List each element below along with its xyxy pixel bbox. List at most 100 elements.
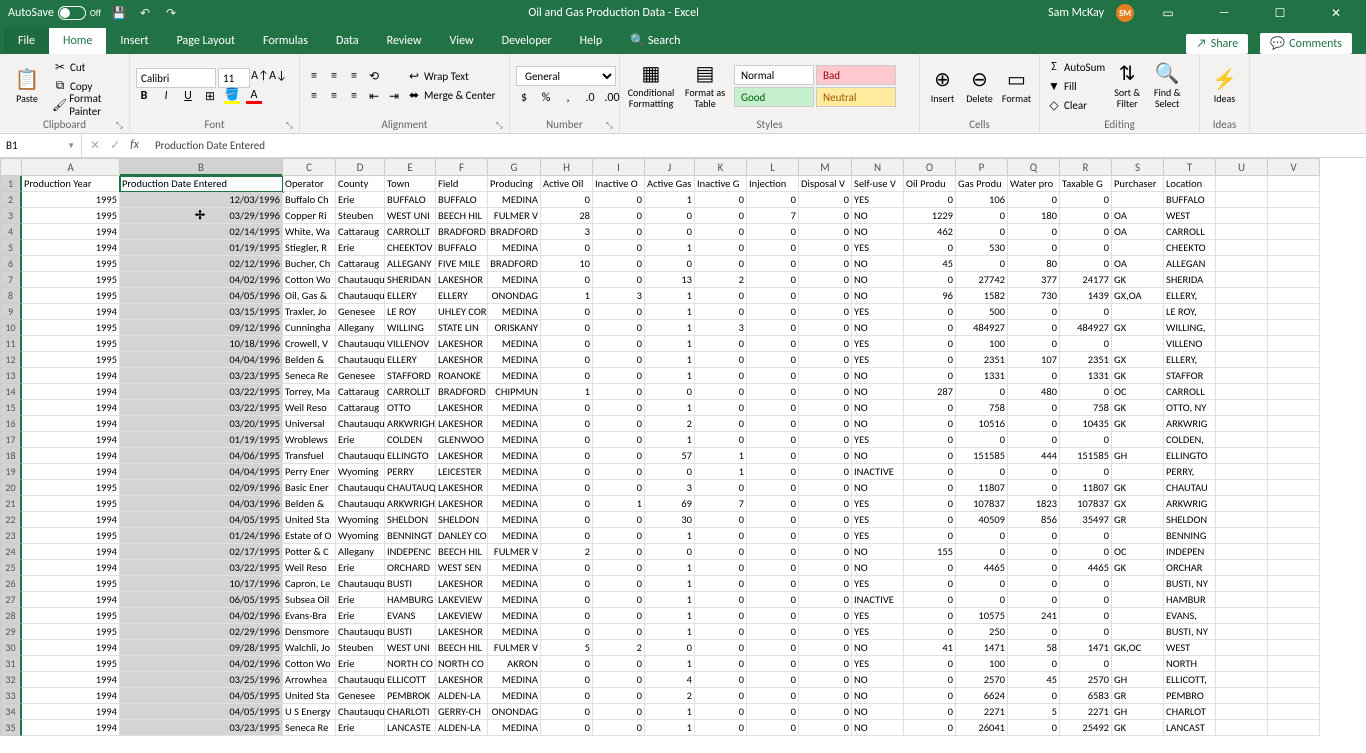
cell[interactable] <box>1268 192 1320 208</box>
cell[interactable]: 30 <box>645 512 695 528</box>
cell[interactable]: 0 <box>904 528 956 544</box>
cell[interactable]: LANCAST <box>1164 720 1216 736</box>
row-header[interactable]: 19 <box>0 464 22 480</box>
cell[interactable]: 4 <box>645 672 695 688</box>
cell[interactable]: NO <box>852 672 904 688</box>
cell[interactable]: 0 <box>593 688 645 704</box>
cell[interactable]: OA <box>1112 208 1164 224</box>
cell[interactable]: 0 <box>593 400 645 416</box>
cell[interactable]: U S Energy <box>283 704 336 720</box>
cell[interactable]: 856 <box>1008 512 1060 528</box>
row-header[interactable]: 17 <box>0 432 22 448</box>
percent-icon[interactable]: % <box>538 90 554 106</box>
cell[interactable]: Wroblews <box>283 432 336 448</box>
cell[interactable]: CHARLOT <box>1164 704 1216 720</box>
cell[interactable]: 1994 <box>22 704 120 720</box>
cell[interactable]: 0 <box>541 368 593 384</box>
cell[interactable]: 0 <box>541 592 593 608</box>
cell[interactable]: 06/05/1995 <box>120 592 283 608</box>
cell[interactable]: 0 <box>1008 656 1060 672</box>
format-painter-button[interactable]: 🖌Format Painter <box>52 96 123 114</box>
cell[interactable] <box>1112 240 1164 256</box>
cell[interactable] <box>1216 544 1268 560</box>
row-header[interactable]: 4 <box>0 224 22 240</box>
cell[interactable]: 3 <box>541 224 593 240</box>
tab-page-layout[interactable]: Page Layout <box>163 28 249 54</box>
share-button[interactable]: ↗Share <box>1186 34 1248 54</box>
cancel-formula-icon[interactable]: ✕ <box>90 138 100 153</box>
cell[interactable]: Potter & C <box>283 544 336 560</box>
cell[interactable]: 0 <box>695 544 747 560</box>
cell[interactable]: GX <box>1112 352 1164 368</box>
format-cells-button[interactable]: ▭Format <box>1000 57 1033 115</box>
cell[interactable]: 1471 <box>956 640 1008 656</box>
cell[interactable]: 0 <box>747 512 799 528</box>
cell[interactable]: 7 <box>695 496 747 512</box>
cell[interactable]: 04/05/1996 <box>120 288 283 304</box>
cell[interactable]: 3 <box>695 320 747 336</box>
cell[interactable]: 0 <box>747 336 799 352</box>
cell[interactable]: 1 <box>645 576 695 592</box>
row-header[interactable]: 7 <box>0 272 22 288</box>
cell[interactable]: 02/14/1995 <box>120 224 283 240</box>
cell[interactable]: ARKWRIGH <box>385 416 436 432</box>
cell[interactable]: STATE LIN <box>436 320 488 336</box>
cell[interactable]: 1 <box>695 448 747 464</box>
cell[interactable]: MEDINA <box>488 480 541 496</box>
cell[interactable]: 11807 <box>956 480 1008 496</box>
cell[interactable] <box>1216 480 1268 496</box>
indent-decrease-icon[interactable]: ⇤ <box>366 88 382 104</box>
cell[interactable]: GERRY-CH <box>436 704 488 720</box>
cell[interactable]: 0 <box>747 416 799 432</box>
cell[interactable]: 0 <box>593 560 645 576</box>
cell[interactable] <box>1268 384 1320 400</box>
cell[interactable]: 0 <box>695 624 747 640</box>
cell[interactable]: 2351 <box>956 352 1008 368</box>
cell[interactable]: 0 <box>799 496 852 512</box>
cell[interactable]: BRADFORD <box>488 256 541 272</box>
cell[interactable]: GH <box>1112 704 1164 720</box>
font-size-combo[interactable] <box>218 68 250 88</box>
cell[interactable] <box>1216 336 1268 352</box>
cell[interactable]: 0 <box>1060 608 1112 624</box>
cell[interactable] <box>1268 352 1320 368</box>
cell[interactable] <box>1216 496 1268 512</box>
fx-icon[interactable]: fx <box>130 138 139 153</box>
cell[interactable]: 1439 <box>1060 288 1112 304</box>
cell[interactable]: 03/23/1995 <box>120 368 283 384</box>
cell[interactable]: SHERIDA <box>1164 272 1216 288</box>
cell[interactable]: 0 <box>1060 192 1112 208</box>
cell[interactable]: 03/22/1995 <box>120 384 283 400</box>
cell[interactable]: 100 <box>956 656 1008 672</box>
cell[interactable]: 241 <box>1008 608 1060 624</box>
cell[interactable]: 0 <box>695 480 747 496</box>
sort-filter-button[interactable]: ⇅Sort & Filter <box>1109 57 1145 115</box>
cell[interactable]: BUFFALO <box>385 192 436 208</box>
cell[interactable]: BRADFORD <box>436 224 488 240</box>
cell[interactable]: MEDINA <box>488 336 541 352</box>
cell[interactable] <box>1268 304 1320 320</box>
increase-font-icon[interactable]: A↑ <box>252 68 268 84</box>
cell[interactable]: 0 <box>593 384 645 400</box>
row-header[interactable]: 29 <box>0 624 22 640</box>
cell[interactable]: Taxable G <box>1060 176 1112 192</box>
cell[interactable]: 0 <box>904 352 956 368</box>
cell[interactable]: 0 <box>904 368 956 384</box>
cell[interactable]: Erie <box>336 592 385 608</box>
cell[interactable]: 04/02/1996 <box>120 656 283 672</box>
cell[interactable]: 1 <box>645 368 695 384</box>
cell[interactable]: 02/12/1996 <box>120 256 283 272</box>
cell[interactable]: 1 <box>645 432 695 448</box>
cell[interactable]: Injection <box>747 176 799 192</box>
cell[interactable]: GK,OC <box>1112 640 1164 656</box>
cell[interactable]: CARROLLT <box>385 224 436 240</box>
cell[interactable] <box>1216 176 1268 192</box>
cell[interactable]: 0 <box>541 688 593 704</box>
cell[interactable]: Evans-Bra <box>283 608 336 624</box>
cell[interactable]: 0 <box>799 336 852 352</box>
cell[interactable]: 0 <box>1008 320 1060 336</box>
cell[interactable]: NORTH <box>1164 656 1216 672</box>
column-header[interactable]: V <box>1268 158 1320 176</box>
cell[interactable]: 106 <box>956 192 1008 208</box>
currency-icon[interactable]: $ <box>516 90 532 106</box>
